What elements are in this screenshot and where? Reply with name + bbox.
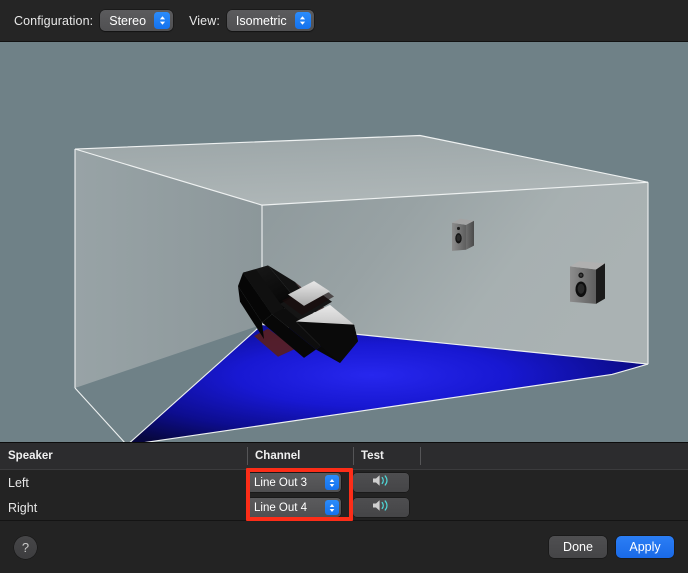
table-row: Left Line Out 3	[0, 470, 688, 495]
speaker-setup-window: Configuration: Stereo View: Isometric Sp…	[0, 0, 688, 573]
configuration-popup-button[interactable]: Stereo	[100, 10, 174, 31]
configuration-value: Stereo	[109, 13, 147, 28]
cell-test	[353, 470, 420, 495]
test-button-right[interactable]	[353, 498, 409, 517]
cell-speaker: Left	[0, 470, 247, 495]
apply-button[interactable]: Apply	[616, 536, 674, 558]
channel-value: Line Out 3	[254, 476, 308, 489]
cell-test	[353, 495, 420, 520]
cell-channel: Line Out 3	[247, 470, 353, 495]
cell-speaker: Right	[0, 495, 247, 520]
column-header-test: Test	[353, 443, 420, 469]
speaker-right[interactable]	[570, 261, 605, 304]
speaker-label: Right	[8, 500, 38, 515]
chevron-up-down-icon	[325, 500, 339, 515]
speaker-label: Left	[8, 475, 29, 490]
column-header-channel: Channel	[247, 443, 353, 469]
speaker-channel-table: Speaker Channel Test Left Line Out 3 Rig…	[0, 442, 688, 520]
footer-bar: ? Done Apply	[0, 520, 688, 573]
cell-channel: Line Out 4	[247, 495, 353, 520]
done-button[interactable]: Done	[549, 536, 607, 558]
test-button-left[interactable]	[353, 473, 409, 492]
table-header-row: Speaker Channel Test	[0, 443, 688, 470]
room-3d-view[interactable]	[0, 42, 688, 442]
chevron-up-down-icon	[154, 12, 171, 29]
column-header-speaker: Speaker	[8, 450, 53, 462]
channel-value: Line Out 4	[254, 501, 308, 514]
speaker-wave-icon	[372, 499, 391, 517]
speaker-left[interactable]	[452, 218, 474, 251]
view-label: View:	[189, 13, 220, 28]
channel-popup-button-right[interactable]: Line Out 4	[247, 498, 341, 517]
column-header-spacer	[420, 443, 688, 469]
room-3d-canvas	[0, 42, 688, 442]
view-value: Isometric	[235, 13, 287, 28]
channel-popup-button-left[interactable]: Line Out 3	[247, 473, 341, 492]
configuration-label: Configuration:	[14, 13, 94, 28]
chevron-up-down-icon	[294, 12, 311, 29]
table-row: Right Line Out 4	[0, 495, 688, 520]
view-popup-button[interactable]: Isometric	[226, 10, 314, 31]
toolbar: Configuration: Stereo View: Isometric	[0, 0, 688, 42]
chevron-up-down-icon	[325, 475, 339, 490]
help-button[interactable]: ?	[14, 535, 37, 559]
speaker-wave-icon	[372, 474, 391, 492]
